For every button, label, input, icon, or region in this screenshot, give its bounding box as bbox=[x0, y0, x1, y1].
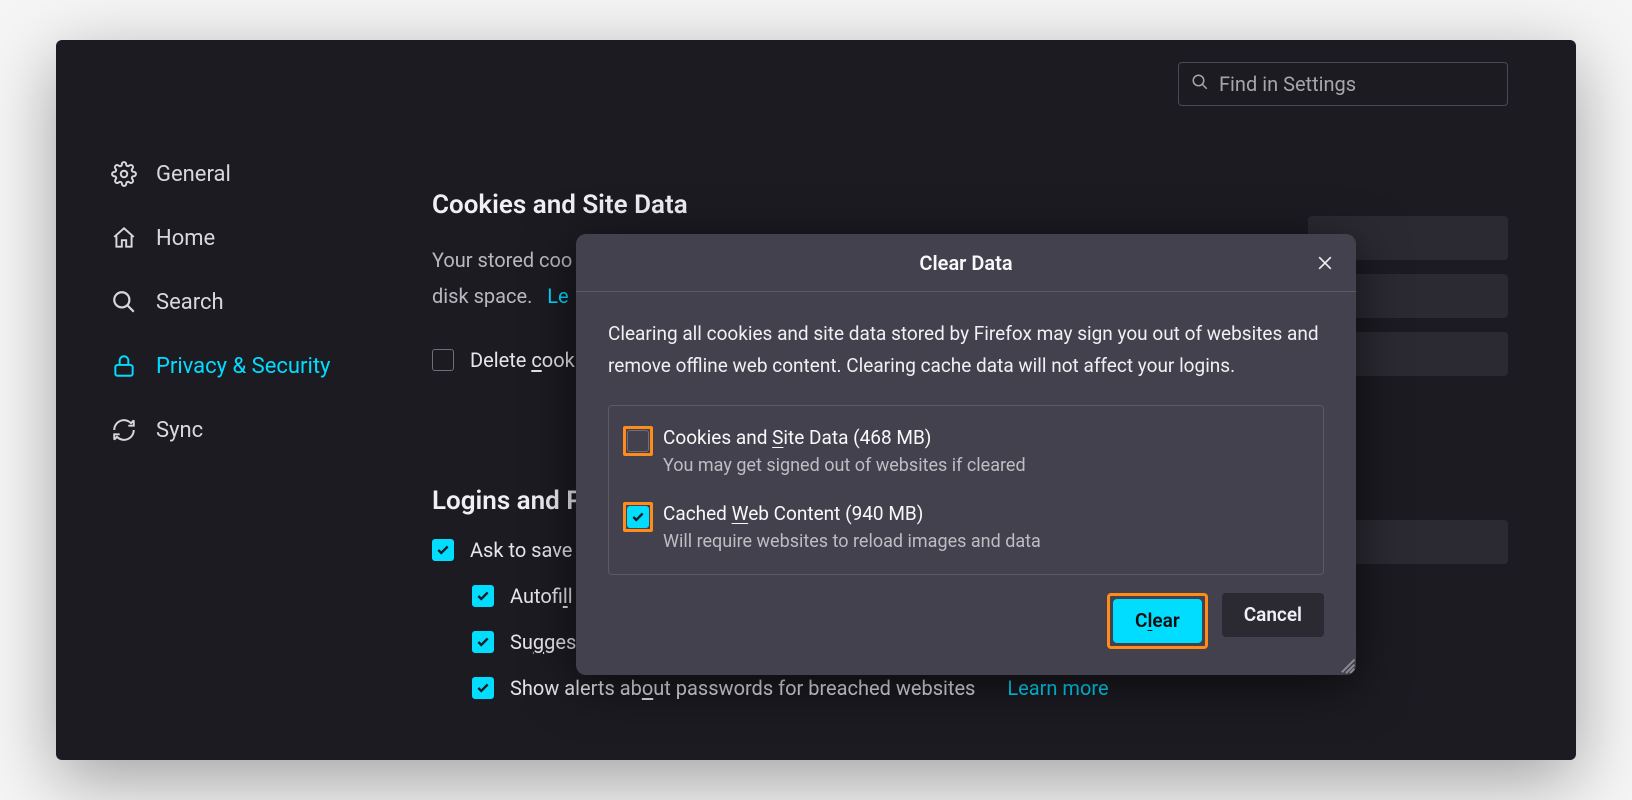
option-cache[interactable]: Cached Web Content (940 MB) Will require… bbox=[623, 498, 1309, 554]
sidebar-label-search: Search bbox=[156, 290, 224, 315]
sidebar-label-general: General bbox=[156, 162, 231, 187]
modal-title: Clear Data bbox=[919, 251, 1012, 275]
clear-button[interactable]: Clear bbox=[1113, 599, 1202, 643]
delete-cookies-label: Delete cook bbox=[470, 348, 575, 372]
search-settings-box[interactable] bbox=[1178, 62, 1508, 106]
checkbox-checked[interactable] bbox=[432, 539, 454, 561]
learn-more-link[interactable]: Le bbox=[547, 284, 568, 308]
highlight-box bbox=[623, 502, 653, 532]
cookies-checkbox[interactable] bbox=[627, 430, 649, 452]
search-icon bbox=[110, 288, 138, 316]
cache-checkbox[interactable] bbox=[627, 506, 649, 528]
checkbox-checked[interactable] bbox=[472, 585, 494, 607]
sidebar-label-privacy: Privacy & Security bbox=[156, 354, 330, 379]
clear-data-options: Cookies and Site Data (468 MB) You may g… bbox=[608, 405, 1324, 575]
highlight-box bbox=[623, 426, 653, 456]
checkbox-checked[interactable] bbox=[472, 677, 494, 699]
gear-icon bbox=[110, 160, 138, 188]
sidebar-item-search[interactable]: Search bbox=[110, 288, 410, 316]
option-cookies-label: Cookies and Site Data (468 MB) bbox=[663, 426, 1026, 449]
learn-more-link[interactable]: Learn more bbox=[1007, 676, 1108, 700]
option-cache-label: Cached Web Content (940 MB) bbox=[663, 502, 1041, 525]
cookies-heading: Cookies and Site Data bbox=[432, 190, 1508, 220]
close-icon bbox=[1315, 253, 1335, 273]
close-button[interactable] bbox=[1312, 250, 1338, 276]
sidebar-item-sync[interactable]: Sync bbox=[110, 416, 410, 444]
lock-icon bbox=[110, 352, 138, 380]
modal-title-bar: Clear Data bbox=[576, 234, 1356, 292]
suggest-label: Suggest bbox=[510, 630, 583, 654]
modal-buttons: Clear Cancel bbox=[608, 575, 1324, 649]
option-cache-sub: Will require websites to reload images a… bbox=[663, 531, 1041, 552]
sidebar-label-sync: Sync bbox=[156, 418, 203, 443]
highlight-box: Clear bbox=[1107, 593, 1208, 649]
sidebar-item-home[interactable]: Home bbox=[110, 224, 410, 252]
option-cookies[interactable]: Cookies and Site Data (468 MB) You may g… bbox=[623, 422, 1309, 478]
sidebar-label-home: Home bbox=[156, 226, 215, 251]
cancel-button[interactable]: Cancel bbox=[1222, 593, 1324, 637]
sync-icon bbox=[110, 416, 138, 444]
sidebar-item-privacy[interactable]: Privacy & Security bbox=[110, 352, 410, 380]
checkbox-unchecked[interactable] bbox=[432, 349, 454, 371]
modal-body: Clearing all cookies and site data store… bbox=[576, 292, 1356, 675]
sidebar-item-general[interactable]: General bbox=[110, 160, 410, 188]
search-icon bbox=[1191, 73, 1209, 95]
search-input[interactable] bbox=[1219, 72, 1495, 96]
breached-checkbox-row[interactable]: Show alerts about passwords for breached… bbox=[472, 676, 1508, 700]
home-icon bbox=[110, 224, 138, 252]
resize-handle[interactable] bbox=[1338, 657, 1354, 673]
option-cookies-sub: You may get signed out of websites if cl… bbox=[663, 455, 1026, 476]
settings-sidebar: General Home Search Privacy & Security S… bbox=[110, 160, 410, 444]
checkbox-checked[interactable] bbox=[472, 631, 494, 653]
breached-label: Show alerts about passwords for breached… bbox=[510, 676, 975, 700]
clear-data-modal: Clear Data Clearing all cookies and site… bbox=[576, 234, 1356, 675]
ask-save-label: Ask to save bbox=[470, 538, 572, 562]
settings-window: General Home Search Privacy & Security S… bbox=[56, 40, 1576, 760]
autofill-label: Autofill bbox=[510, 584, 573, 608]
modal-description: Clearing all cookies and site data store… bbox=[608, 318, 1324, 383]
